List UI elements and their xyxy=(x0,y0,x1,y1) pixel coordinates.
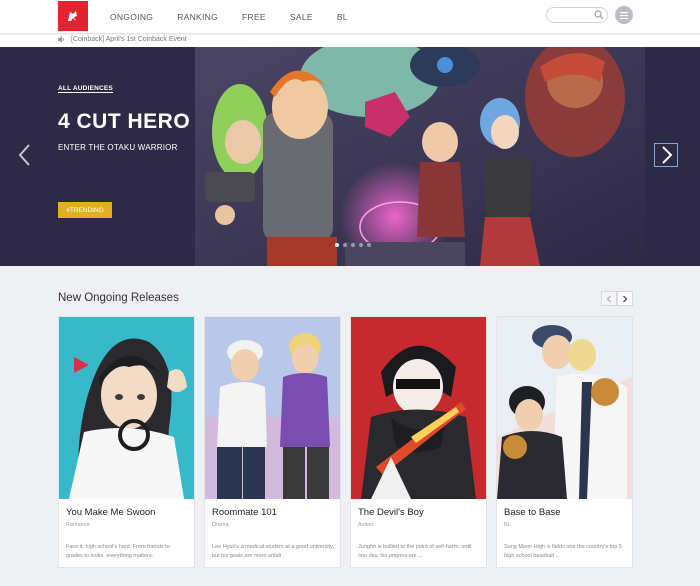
card-genre: Romance xyxy=(66,522,90,528)
search-input[interactable] xyxy=(546,7,608,23)
release-card[interactable]: You Make Me Swoon Romance Face it, high … xyxy=(58,316,195,568)
cover-image xyxy=(59,317,194,499)
chevron-right-icon xyxy=(623,295,628,302)
card-genre: Action xyxy=(358,522,374,528)
release-card[interactable]: The Devil's Boy Action Jungho is bullied… xyxy=(350,316,487,568)
chevron-left-icon xyxy=(18,144,30,166)
hero-artwork xyxy=(195,47,645,266)
hero-next-button[interactable] xyxy=(654,143,678,167)
card-genre: BL xyxy=(504,522,511,528)
hero-pagination xyxy=(335,243,371,247)
card-title[interactable]: Roommate 101 xyxy=(212,507,277,518)
chevron-right-icon xyxy=(662,146,673,164)
release-list: You Make Me Swoon Romance Face it, high … xyxy=(58,316,634,568)
section-prev-button[interactable] xyxy=(601,291,617,306)
speaker-icon xyxy=(58,36,64,43)
hero-audience-badge: ALL AUDIENCES xyxy=(58,85,113,93)
card-title[interactable]: Base to Base xyxy=(504,507,561,518)
trending-tag[interactable]: #TRENDING xyxy=(58,202,112,218)
card-title[interactable]: You Make Me Swoon xyxy=(66,507,155,518)
hero-dot[interactable] xyxy=(343,243,347,247)
menu-icon xyxy=(620,11,628,19)
release-card[interactable]: Roommate 101 Drama Lee Hyuk's a medical … xyxy=(204,316,341,568)
section-next-button[interactable] xyxy=(617,291,633,306)
card-description: Lee Hyuk's a medical student at a good u… xyxy=(212,544,335,559)
nav-item-free[interactable]: FREE xyxy=(242,12,266,22)
logo-icon xyxy=(68,11,77,21)
hero-dot[interactable] xyxy=(359,243,363,247)
hero-prev-button[interactable] xyxy=(16,142,34,168)
cover-image xyxy=(351,317,486,499)
nav-item-sale[interactable]: SALE xyxy=(290,12,313,22)
card-description: Face it, high school's hard. From friend… xyxy=(66,544,170,559)
top-nav-bar: ONGOING RANKING FREE SALE BL xyxy=(0,0,700,34)
chevron-left-icon xyxy=(606,295,611,302)
main-nav: ONGOING RANKING FREE SALE BL xyxy=(110,0,372,34)
menu-button[interactable] xyxy=(615,6,633,24)
search-icon[interactable] xyxy=(594,10,604,20)
card-description: Jungho is bullied to the point of self-h… xyxy=(358,544,472,559)
card-description: Sung Moon High is fields one the country… xyxy=(504,544,622,559)
hero-dot[interactable] xyxy=(351,243,355,247)
nav-item-bl[interactable]: BL xyxy=(337,12,348,22)
card-title[interactable]: The Devil's Boy xyxy=(358,507,424,518)
hero-subtitle: ENTER THE OTAKU WARRIOR xyxy=(58,143,178,152)
hero-title[interactable]: 4 CUT HERO xyxy=(58,110,190,134)
card-genre: Drama xyxy=(212,522,229,528)
notice-link[interactable]: [Coinback] April's 1st Coinback Event xyxy=(71,36,187,43)
nav-item-ongoing[interactable]: ONGOING xyxy=(110,12,153,22)
logo-button[interactable] xyxy=(58,1,88,31)
release-card[interactable]: Base to Base BL Sung Moon High is fields… xyxy=(496,316,633,568)
cover-image xyxy=(497,317,632,499)
section-title: New Ongoing Releases xyxy=(58,292,179,304)
hero-banner[interactable]: ALL AUDIENCES 4 CUT HERO ENTER THE OTAKU… xyxy=(0,47,700,266)
hero-dot[interactable] xyxy=(367,243,371,247)
cover-image xyxy=(205,317,340,499)
hero-dot[interactable] xyxy=(335,243,339,247)
notice-bar: [Coinback] April's 1st Coinback Event xyxy=(0,35,700,47)
nav-item-ranking[interactable]: RANKING xyxy=(177,12,218,22)
